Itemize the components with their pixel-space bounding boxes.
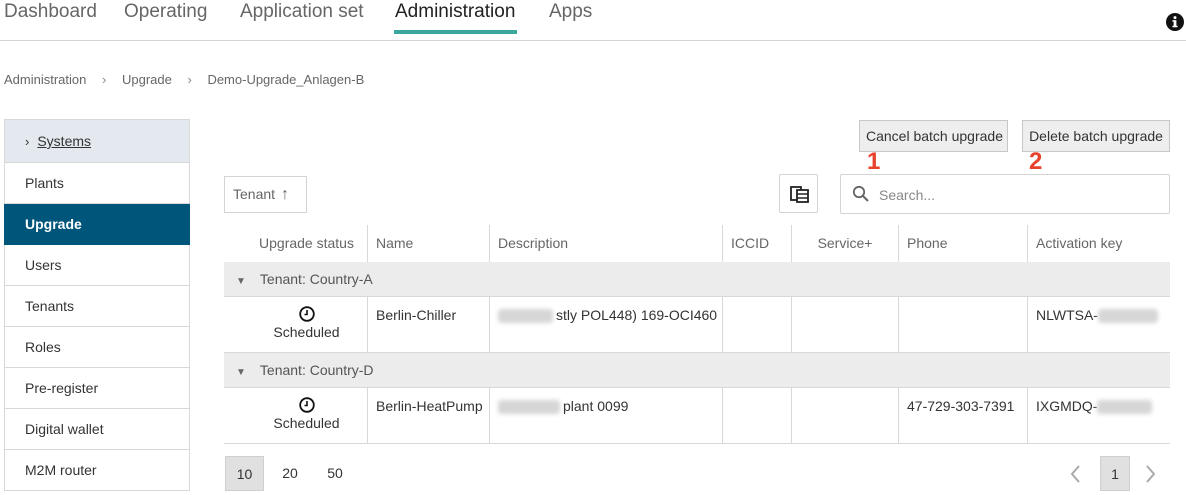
sidebar: › Systems Plants Upgrade Users Tenants Ro…: [4, 119, 190, 491]
breadcrumb-upgrade[interactable]: Upgrade: [122, 72, 172, 87]
page-size-20[interactable]: 20: [272, 456, 308, 491]
chevron-right-icon: ›: [102, 72, 107, 87]
redacted-text: [498, 309, 553, 324]
group-row[interactable]: ▼ Tenant: Country-A: [224, 262, 1170, 297]
search-box: [840, 174, 1170, 214]
page-size-50[interactable]: 50: [317, 456, 353, 491]
sidebar-item-users[interactable]: Users: [4, 245, 190, 286]
group-label: Tenant: Country-D: [259, 362, 374, 378]
sidebar-item-pre-register[interactable]: Pre-register: [4, 368, 190, 409]
clock-icon: [298, 306, 315, 322]
column-header-activation-key[interactable]: Activation key: [1028, 225, 1170, 262]
status-text: Scheduled: [273, 324, 340, 340]
redacted-text: [1097, 309, 1158, 324]
upgrade-status-cell: Scheduled: [224, 388, 368, 443]
table-header: Upgrade status Name Description ICCID Se…: [224, 225, 1170, 264]
redacted-text: [1097, 400, 1153, 415]
column-header-upgrade-status[interactable]: Upgrade status: [224, 225, 368, 262]
status-text: Scheduled: [273, 415, 340, 431]
upgrade-status-cell: Scheduled: [224, 297, 368, 352]
sort-label: Tenant: [233, 186, 276, 202]
tenant-sort-button[interactable]: Tenant ↑: [224, 176, 307, 213]
service-cell: [792, 297, 899, 352]
service-cell: [792, 388, 899, 443]
breadcrumb-administration[interactable]: Administration: [4, 72, 86, 87]
sidebar-item-plants[interactable]: Plants: [4, 163, 190, 204]
group-label: Tenant: Country-A: [259, 271, 373, 287]
delete-batch-upgrade-button[interactable]: Delete batch upgrade: [1022, 120, 1170, 152]
info-icon[interactable]: [1166, 13, 1184, 31]
name-cell: Berlin-Chiller: [368, 297, 490, 352]
search-input[interactable]: [877, 183, 1161, 207]
tab-dashboard[interactable]: Dashboard: [4, 1, 97, 23]
description-cell: stly POL448) 169-OCI460: [490, 297, 723, 352]
activation-key-text: NLWTSA-: [1036, 307, 1098, 323]
description-text: stly POL448) 169-OCI460: [556, 307, 718, 323]
page-number-current[interactable]: 1: [1100, 456, 1130, 491]
iccid-cell: [723, 388, 792, 443]
tab-administration[interactable]: Administration: [395, 1, 515, 23]
table-row[interactable]: Scheduled Berlin-HeatPump plant 0099 47-…: [224, 388, 1170, 444]
chevron-right-icon: ›: [187, 72, 192, 87]
caret-down-icon: ▼: [236, 367, 246, 378]
column-header-iccid[interactable]: ICCID: [723, 225, 792, 262]
activation-key-cell: IXGMDQ-: [1028, 388, 1170, 443]
table-row[interactable]: Scheduled Berlin-Chiller stly POL448) 16…: [224, 297, 1170, 353]
description-cell: plant 0099: [490, 388, 723, 443]
column-header-phone[interactable]: Phone: [899, 225, 1028, 262]
search-icon: [852, 185, 869, 202]
tab-application-set[interactable]: Application set: [240, 1, 364, 23]
view-columns-icon: [790, 186, 809, 203]
clock-icon: [298, 397, 315, 413]
column-header-service[interactable]: Service+: [792, 225, 899, 262]
tab-operating[interactable]: Operating: [124, 1, 207, 23]
name-cell: Berlin-HeatPump: [368, 388, 490, 443]
view-toggle-button[interactable]: [779, 174, 818, 213]
tab-apps[interactable]: Apps: [549, 1, 592, 23]
page-size-10[interactable]: 10: [225, 456, 264, 491]
chevron-right-icon: ›: [25, 134, 30, 149]
redacted-text: [498, 400, 560, 415]
group-row[interactable]: ▼ Tenant: Country-D: [224, 353, 1170, 388]
sidebar-item-label: Systems: [37, 133, 92, 149]
annotation-marker-1: 1: [867, 148, 881, 175]
column-header-name[interactable]: Name: [368, 225, 490, 262]
annotation-marker-2: 2: [1029, 148, 1043, 175]
chevron-left-icon[interactable]: [1061, 458, 1091, 488]
sidebar-item-digital-wallet[interactable]: Digital wallet: [4, 409, 190, 450]
sidebar-item-m2m-router[interactable]: M2M router: [4, 450, 190, 491]
cancel-batch-upgrade-button[interactable]: Cancel batch upgrade: [859, 120, 1008, 152]
active-tab-indicator: [394, 30, 517, 34]
sidebar-item-systems[interactable]: › Systems: [4, 119, 190, 163]
sidebar-item-tenants[interactable]: Tenants: [4, 286, 190, 327]
caret-down-icon: ▼: [236, 276, 246, 287]
sidebar-item-roles[interactable]: Roles: [4, 327, 190, 368]
sidebar-item-upgrade[interactable]: Upgrade: [4, 204, 190, 245]
breadcrumb: Administration › Upgrade › Demo-Upgrade_…: [4, 72, 364, 87]
sort-ascending-icon: ↑: [281, 186, 290, 203]
activation-key-text: IXGMDQ-: [1036, 398, 1098, 414]
description-text: plant 0099: [563, 398, 629, 414]
column-header-description[interactable]: Description: [490, 225, 723, 262]
phone-cell: [899, 297, 1028, 352]
breadcrumb-current: Demo-Upgrade_Anlagen-B: [207, 72, 365, 87]
top-navigation: Dashboard Operating Application set Admi…: [0, 0, 1186, 41]
activation-key-cell: NLWTSA-: [1028, 297, 1170, 352]
chevron-right-icon[interactable]: [1136, 458, 1166, 488]
phone-cell: 47-729-303-7391: [899, 388, 1028, 443]
iccid-cell: [723, 297, 792, 352]
